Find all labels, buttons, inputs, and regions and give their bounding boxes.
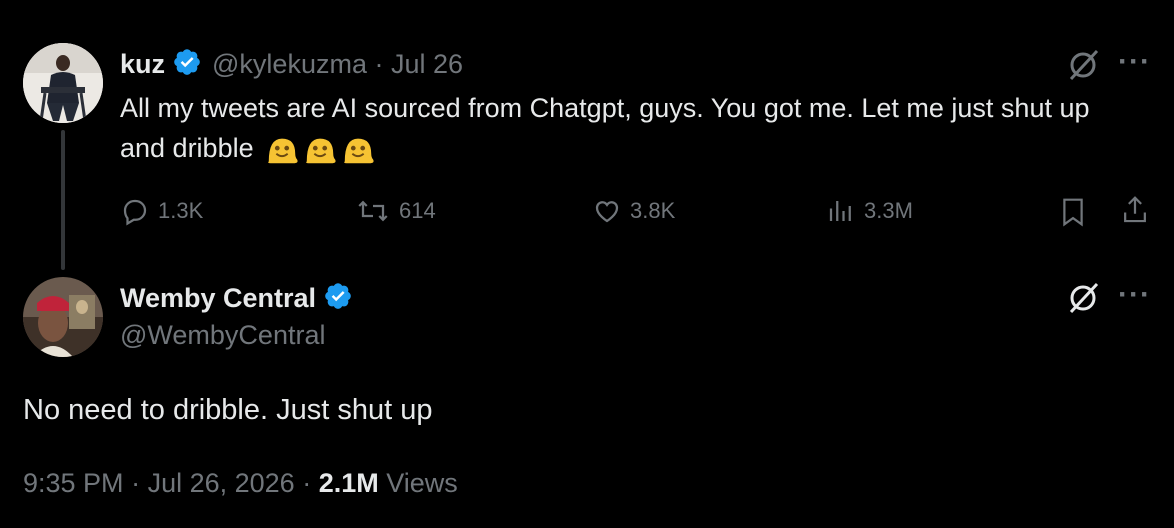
tweet-text: No need to dribble. Just shut up — [23, 394, 433, 426]
repost-button[interactable]: 614 — [355, 196, 436, 226]
thread-connector-line — [61, 130, 65, 270]
more-icon[interactable]: ··· — [1118, 45, 1151, 79]
melting-face-icon — [268, 138, 298, 164]
like-icon — [595, 201, 619, 223]
reply-button[interactable]: 1.3K — [120, 196, 203, 226]
views-button[interactable]: 3.3M — [826, 196, 913, 226]
avatar-image — [23, 277, 103, 357]
views-label: Views — [378, 468, 458, 498]
like-button[interactable]: 3.8K — [592, 196, 675, 226]
reply-icon — [123, 199, 147, 226]
grok-icon[interactable] — [1066, 281, 1100, 320]
tweet-date[interactable]: Jul 26 — [391, 49, 463, 80]
melting-face-icon — [306, 138, 336, 164]
views-icon — [829, 201, 851, 221]
tweet-text-container: All my tweets are AI sourced from Chatgp… — [120, 88, 1130, 168]
reply-count: 1.3K — [158, 198, 204, 223]
tweet-timestamp-row: 9:35 PM · Jul 26, 2026 · 2.1M Views — [23, 468, 458, 499]
repost-count: 614 — [399, 198, 436, 223]
bookmark-icon[interactable] — [1058, 196, 1088, 233]
separator: · — [366, 48, 391, 79]
grok-icon[interactable] — [1066, 48, 1100, 87]
handle[interactable]: @WembyCentral — [120, 320, 325, 351]
view-count: 2.1M — [318, 468, 379, 498]
separator: · — [123, 468, 148, 498]
verified-badge-icon — [323, 281, 353, 316]
display-name[interactable]: Wemby Central — [120, 283, 316, 314]
avatar-image — [23, 43, 103, 123]
handle[interactable]: @kylekuzma — [212, 49, 367, 80]
share-icon[interactable] — [1120, 194, 1150, 231]
view-count: 3.3M — [864, 198, 913, 223]
avatar-kuz[interactable] — [23, 43, 103, 123]
melting-face-icon — [344, 138, 374, 164]
tweet-header: kuz @kylekuzma · Jul 26 — [120, 44, 463, 84]
repost-icon — [358, 200, 388, 222]
tweet-time[interactable]: 9:35 PM — [23, 468, 124, 499]
verified-badge-icon — [172, 47, 202, 82]
more-icon[interactable]: ··· — [1118, 278, 1151, 312]
separator: · — [294, 468, 319, 498]
melting-face-emoji-group — [261, 133, 375, 164]
avatar-wemby-central[interactable] — [23, 277, 103, 357]
like-count: 3.8K — [630, 198, 676, 223]
tweet-date[interactable]: Jul 26, 2026 — [148, 468, 295, 499]
display-name[interactable]: kuz — [120, 49, 165, 80]
tweet-header: Wemby Central — [120, 278, 353, 318]
